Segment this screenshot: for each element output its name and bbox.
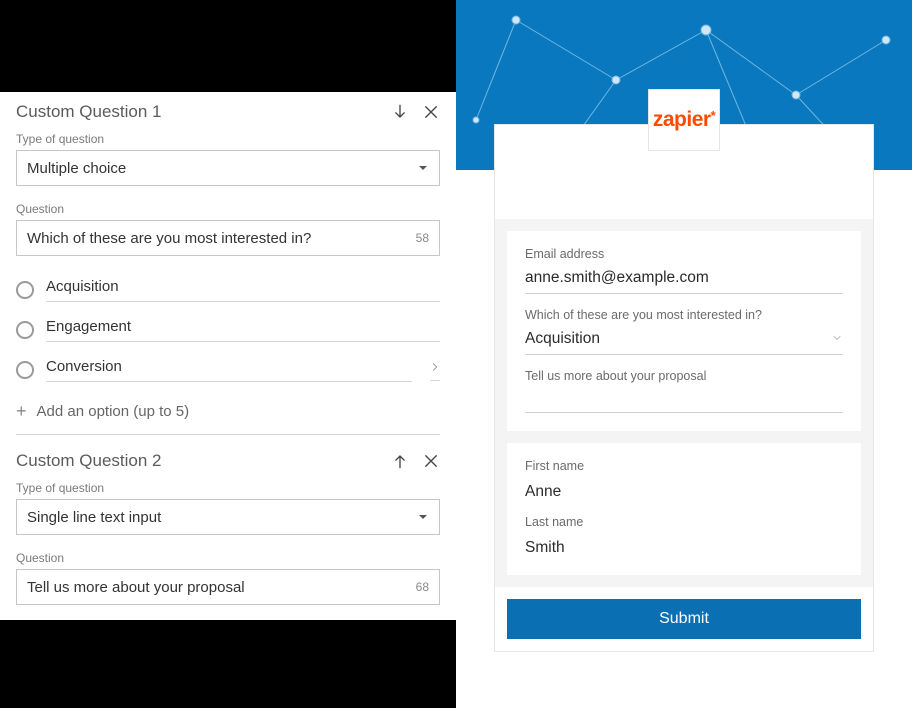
q2-move-up-button[interactable] — [390, 451, 410, 471]
q2-question-value: Tell us more about your proposal — [27, 579, 416, 596]
email-label: Email address — [525, 247, 843, 261]
bottom-blackbar — [0, 620, 456, 708]
q1-header: Custom Question 1 — [16, 102, 440, 122]
q1-type-label: Type of question — [16, 132, 440, 146]
last-name-value[interactable]: Smith — [525, 537, 843, 561]
q2-char-counter: 68 — [416, 580, 429, 594]
logo-chip: zapier* — [648, 89, 720, 151]
q1-option-row[interactable]: Acquisition — [16, 270, 440, 310]
q2-type-label: Type of question — [16, 481, 440, 495]
close-icon — [422, 452, 440, 470]
q1-remove-button[interactable] — [422, 103, 440, 121]
mc-label: Which of these are you most interested i… — [525, 308, 843, 322]
q1-option-row[interactable]: Engagement — [16, 310, 440, 350]
q1-title: Custom Question 1 — [16, 102, 162, 122]
q1-add-option[interactable]: + Add an option (up to 5) — [16, 390, 440, 435]
top-blackbar — [0, 0, 456, 92]
first-name-value[interactable]: Anne — [525, 481, 843, 505]
q1-question-input[interactable]: Which of these are you most interested i… — [16, 220, 440, 256]
q1-move-down-button[interactable] — [390, 102, 410, 122]
mc-value: Acquisition — [525, 330, 600, 347]
q1-add-option-label: Add an option (up to 5) — [37, 403, 190, 420]
logo-text: zapier* — [653, 108, 715, 132]
last-name-label: Last name — [525, 515, 843, 529]
q1-type-select[interactable]: Multiple choice — [16, 150, 440, 186]
contact-panel: Email address anne.smith@example.com Whi… — [507, 231, 861, 431]
radio-icon — [16, 281, 34, 299]
submit-button[interactable]: Submit — [507, 599, 861, 639]
q1-char-counter: 58 — [416, 231, 429, 245]
plus-icon: + — [16, 402, 27, 420]
name-panel: First name Anne Last name Smith — [507, 443, 861, 575]
form-builder-pane: Custom Question 1 Type of question Multi… — [0, 0, 456, 708]
radio-icon — [16, 321, 34, 339]
form-card: zapier* Email address anne.smith@example… — [494, 124, 874, 652]
arrow-up-icon — [390, 451, 410, 471]
q1-type-value: Multiple choice — [27, 160, 126, 177]
first-name-label: First name — [525, 459, 843, 473]
text-q-label: Tell us more about your proposal — [525, 369, 843, 383]
q2-type-select[interactable]: Single line text input — [16, 499, 440, 535]
q1-option-row[interactable]: Conversion — [16, 350, 440, 390]
q1-question-value: Which of these are you most interested i… — [27, 230, 416, 247]
text-q-input[interactable] — [525, 391, 843, 413]
submit-bar: Submit — [495, 587, 873, 651]
q2-header: Custom Question 2 — [16, 451, 440, 471]
caret-down-icon — [417, 511, 429, 523]
caret-down-icon — [417, 162, 429, 174]
q2-remove-button[interactable] — [422, 452, 440, 470]
q1-question-label: Question — [16, 202, 440, 216]
q2-question-label: Question — [16, 551, 440, 565]
mc-select[interactable]: Acquisition — [525, 330, 843, 355]
asterisk-icon: * — [711, 108, 716, 123]
q1-option-label: Engagement — [46, 318, 440, 342]
email-value[interactable]: anne.smith@example.com — [525, 269, 843, 294]
arrow-down-icon — [390, 102, 410, 122]
close-icon — [422, 103, 440, 121]
form-preview-pane: zapier* Email address anne.smith@example… — [456, 0, 912, 708]
q1-option-label: Conversion — [46, 358, 412, 382]
radio-icon — [16, 361, 34, 379]
q2-title: Custom Question 2 — [16, 451, 162, 471]
q1-option-label: Acquisition — [46, 278, 440, 302]
q2-type-value: Single line text input — [27, 509, 161, 526]
chevron-right-icon — [430, 360, 440, 381]
q2-question-input[interactable]: Tell us more about your proposal 68 — [16, 569, 440, 605]
chevron-down-icon — [831, 332, 843, 344]
